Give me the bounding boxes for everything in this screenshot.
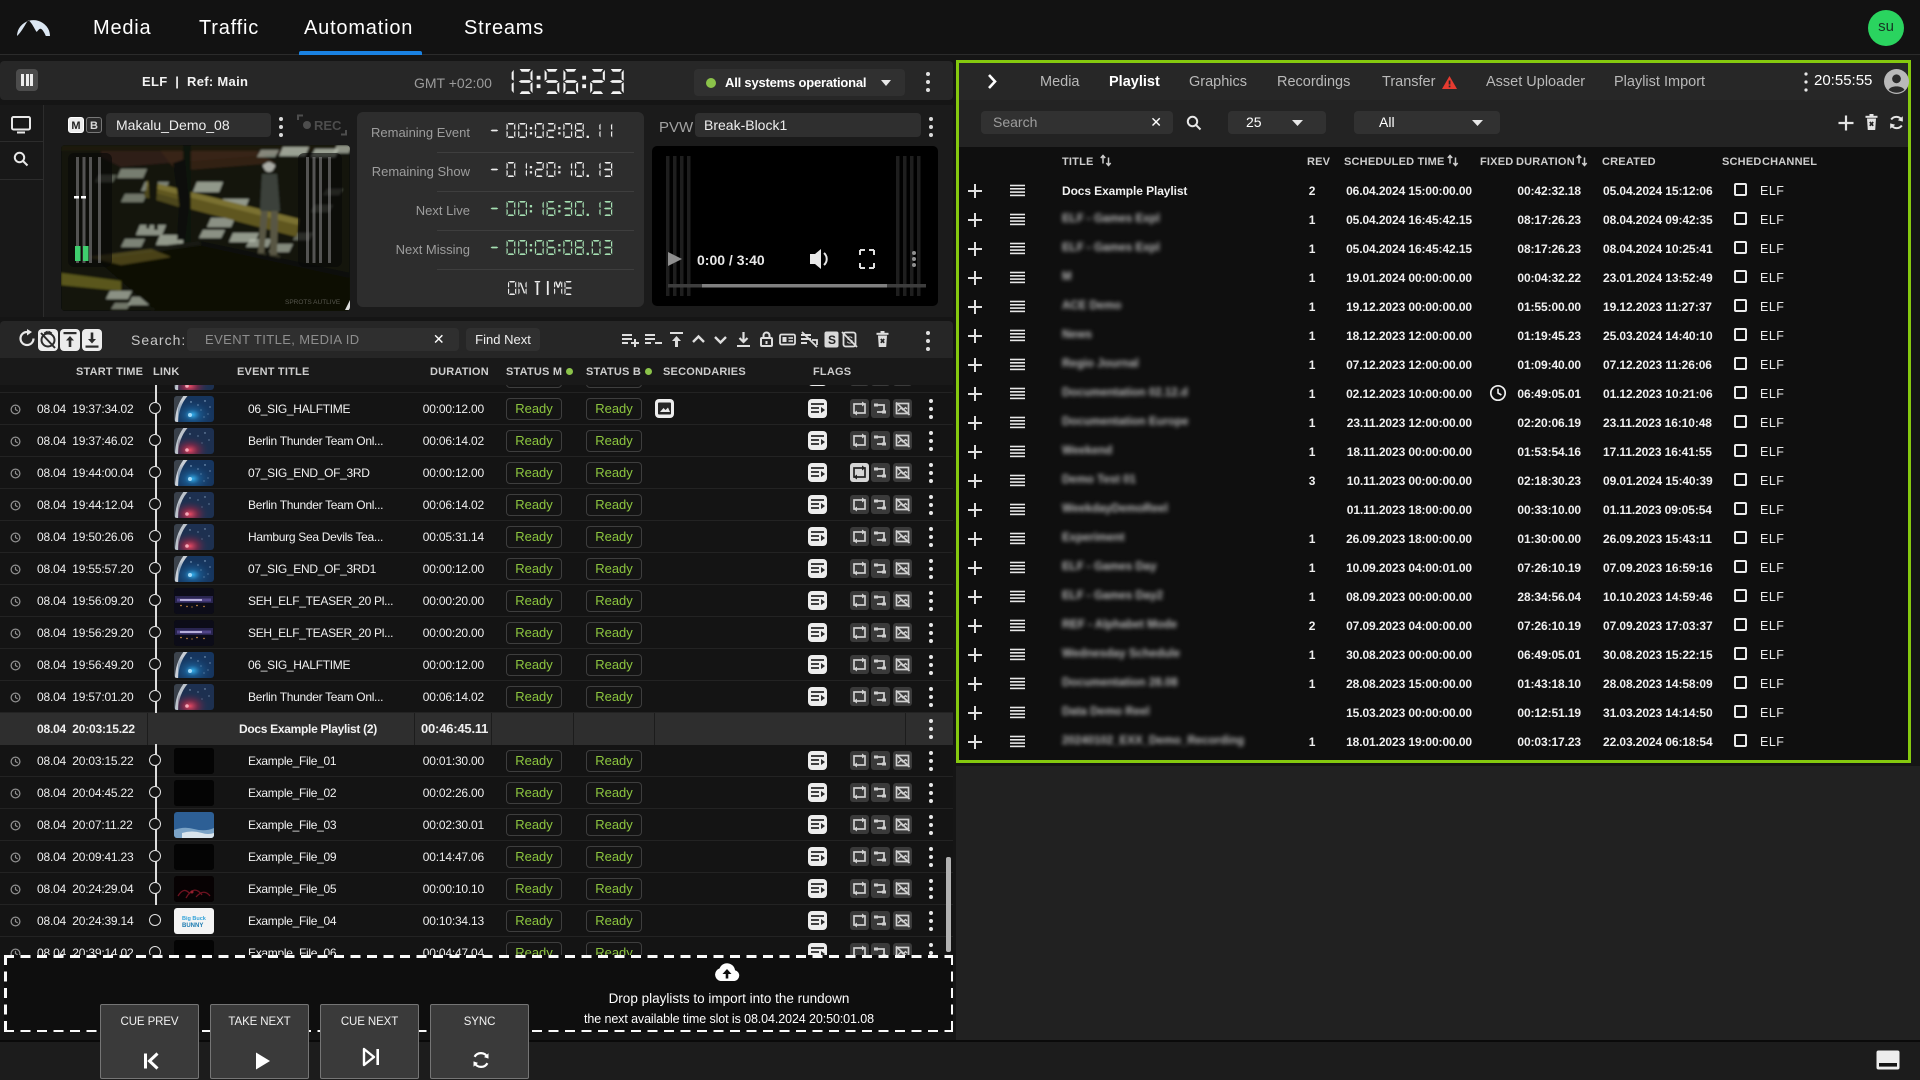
svg-text:BUNNY: BUNNY bbox=[182, 923, 203, 929]
svg-text:Big Buck: Big Buck bbox=[182, 916, 207, 922]
svg-text:REC: REC bbox=[314, 118, 342, 133]
svg-text:S: S bbox=[828, 333, 836, 347]
svg-text:SPROTS AUTLIVE: SPROTS AUTLIVE bbox=[285, 299, 341, 306]
svg-text:0:00 / 3:40: 0:00 / 3:40 bbox=[697, 252, 765, 268]
